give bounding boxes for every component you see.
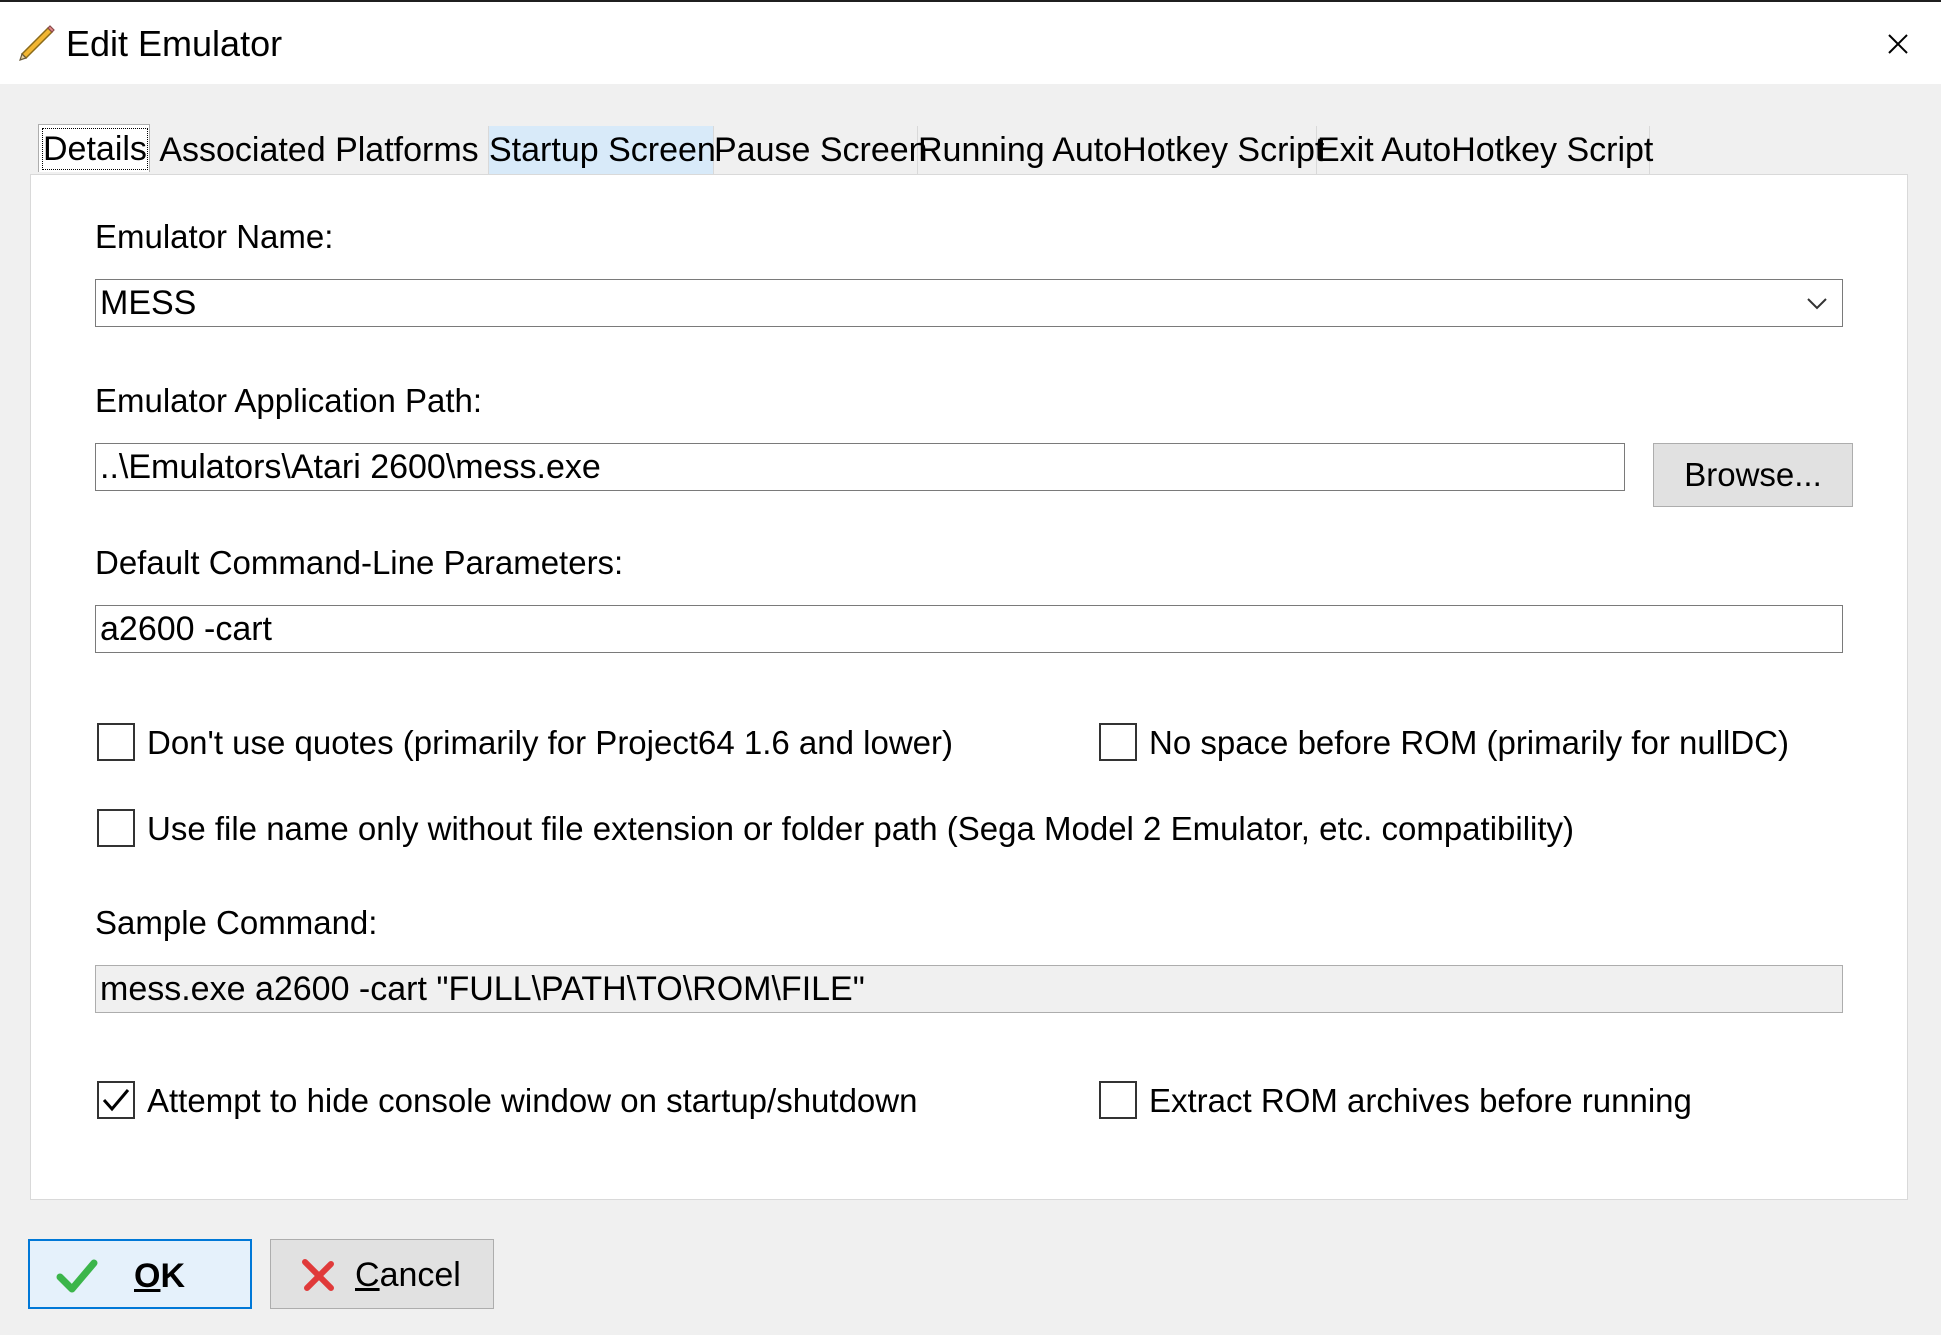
- tab-startup-screen[interactable]: Startup Screen: [489, 126, 716, 176]
- emulator-name-label: Emulator Name:: [95, 218, 334, 255]
- tab-details[interactable]: Details: [38, 124, 150, 172]
- close-icon: [1888, 34, 1908, 54]
- app-path-input[interactable]: ..\Emulators\Atari 2600\mess.exe: [95, 443, 1625, 491]
- title-bar: Edit Emulator: [0, 0, 1941, 84]
- hide-console-label: Attempt to hide console window on startu…: [147, 1082, 918, 1119]
- tab-pause-screen[interactable]: Pause Screen: [714, 126, 928, 176]
- file-name-only-label: Use file name only without file extensio…: [147, 810, 1575, 847]
- close-button[interactable]: [1870, 20, 1926, 68]
- red-x-icon: [302, 1259, 334, 1291]
- ok-button[interactable]: OK: [28, 1239, 252, 1309]
- no-quotes-label: Don't use quotes (primarily for Project6…: [147, 724, 954, 761]
- details-panel: Emulator Name: MESS Emulator Application…: [30, 174, 1908, 1200]
- ok-label: OK: [134, 1257, 186, 1295]
- no-quotes-checkbox[interactable]: [97, 723, 135, 761]
- app-path-label: Emulator Application Path:: [95, 382, 483, 419]
- tab-associated-platforms[interactable]: Associated Platforms: [150, 126, 489, 176]
- sample-command-field: mess.exe a2600 -cart "FULL\PATH\TO\ROM\F…: [95, 965, 1843, 1013]
- pencil-icon: [19, 25, 55, 61]
- chevron-down-icon: [1807, 298, 1827, 310]
- params-input[interactable]: a2600 -cart: [95, 605, 1843, 653]
- no-space-checkbox[interactable]: [1099, 723, 1137, 761]
- green-check-icon: [56, 1259, 98, 1293]
- extract-rom-checkbox[interactable]: [1099, 1081, 1137, 1119]
- hide-console-checkbox[interactable]: [97, 1081, 135, 1119]
- no-space-label: No space before ROM (primarily for nullD…: [1149, 724, 1790, 761]
- cancel-label: Cancel: [355, 1256, 461, 1294]
- file-name-only-checkbox[interactable]: [97, 809, 135, 847]
- emulator-name-value: MESS: [100, 284, 197, 322]
- cancel-button[interactable]: Cancel: [270, 1239, 494, 1309]
- params-label: Default Command-Line Parameters:: [95, 544, 624, 581]
- extract-rom-label: Extract ROM archives before running: [1149, 1082, 1692, 1119]
- emulator-name-dropdown[interactable]: MESS: [95, 279, 1843, 327]
- tab-running-autohotkey-script[interactable]: Running AutoHotkey Script: [918, 126, 1324, 176]
- browse-button[interactable]: Browse...: [1653, 443, 1853, 507]
- tab-exit-autohotkey-script[interactable]: Exit AutoHotkey Script: [1317, 126, 1653, 176]
- checkmark-icon: [102, 1089, 130, 1112]
- window-title: Edit Emulator: [66, 23, 283, 64]
- sample-command-label: Sample Command:: [95, 904, 378, 941]
